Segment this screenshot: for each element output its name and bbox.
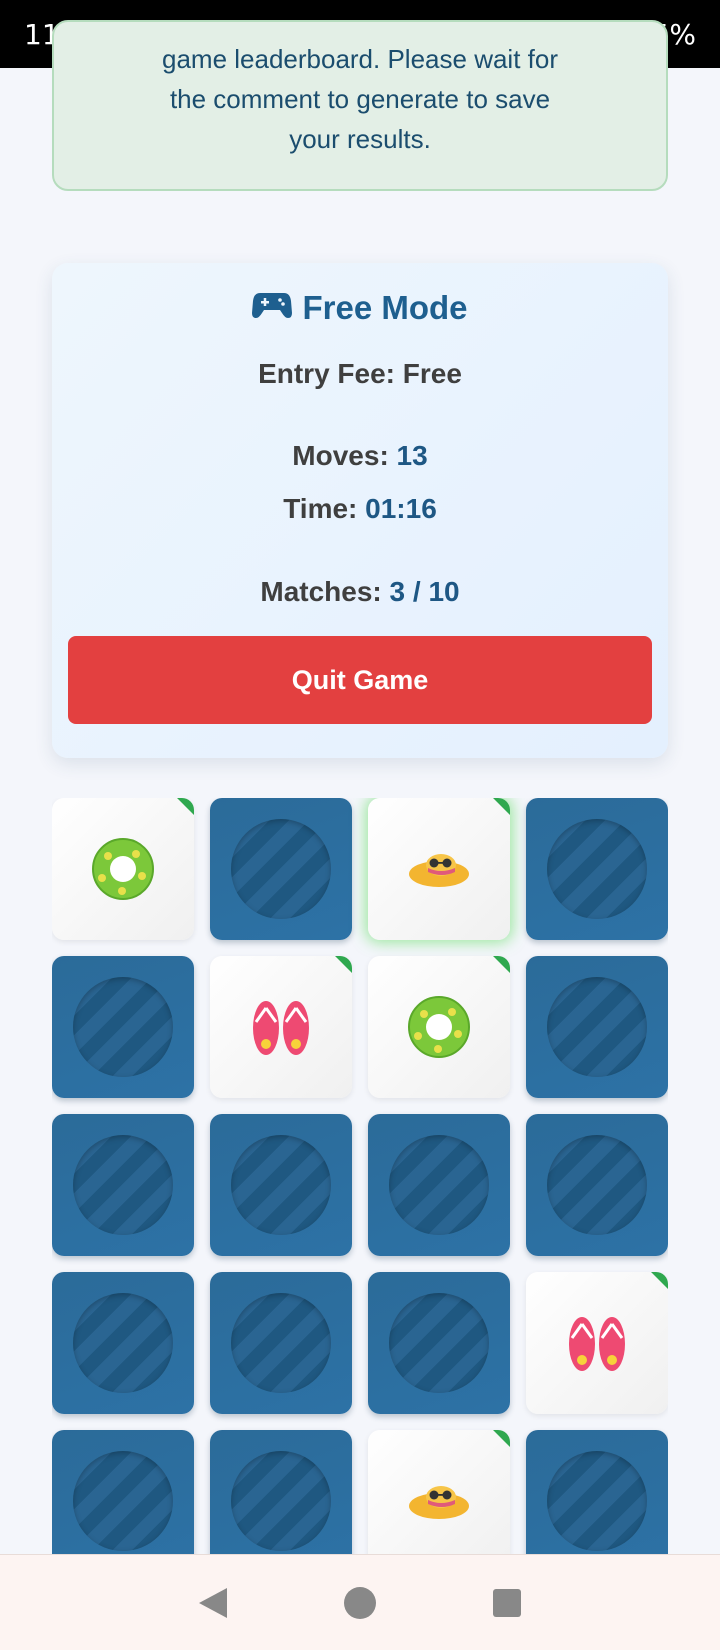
entry-fee: Entry Fee: Free [52,358,668,390]
game-info-card: Free Mode Entry Fee: Free Moves: 13 Time… [52,263,668,758]
card-back-pattern [231,1135,331,1235]
memory-card-hidden[interactable] [210,1430,352,1554]
entry-fee-value: Free [402,358,462,389]
entry-fee-label: Entry Fee: [258,358,395,389]
quit-game-button[interactable]: Quit Game [68,636,652,724]
swim-ring-icon [408,996,470,1058]
flip-flops-icon [569,1317,625,1371]
memory-card-hidden[interactable] [52,1272,194,1414]
moves-label: Moves: [292,440,389,471]
card-back-pattern [231,1451,331,1551]
moves-value: 13 [396,440,428,471]
timer: Time: 01:16 [52,493,668,525]
back-icon[interactable] [183,1573,243,1633]
gamepad-icon [252,289,293,327]
card-back-pattern [389,1293,489,1393]
recents-icon[interactable] [477,1573,537,1633]
memory-card-sun-hat[interactable] [368,1430,510,1554]
memory-card-hidden[interactable] [52,1114,194,1256]
time-value: 01:16 [365,493,437,524]
card-back-pattern [547,1135,647,1235]
memory-card-swim-ring[interactable] [368,956,510,1098]
leaderboard-notice: game leaderboard. Please wait for the co… [52,20,668,191]
time-label: Time: [283,493,358,524]
notice-line: game leaderboard. Please wait for [161,44,558,74]
memory-card-hidden[interactable] [52,956,194,1098]
memory-card-flip-flops[interactable] [210,956,352,1098]
card-back-pattern [547,1451,647,1551]
mode-title: Free Mode [52,289,668,327]
memory-card-flip-flops[interactable] [526,1272,668,1414]
game-board [52,798,668,1554]
notice-line: your results. [289,124,431,154]
card-back-pattern [231,819,331,919]
memory-card-swim-ring[interactable] [52,798,194,940]
memory-card-hidden[interactable] [210,1272,352,1414]
sun-hat-icon [409,854,469,887]
home-icon[interactable] [330,1573,390,1633]
moves-counter: Moves: 13 [52,440,668,472]
mode-title-text: Free Mode [302,289,468,326]
memory-card-hidden[interactable] [368,1272,510,1414]
memory-card-hidden[interactable] [526,1430,668,1554]
card-back-pattern [73,977,173,1077]
matches-value: 3 / 10 [389,576,460,607]
card-back-pattern [73,1293,173,1393]
card-back-pattern [547,819,647,919]
notice-text: game leaderboard. Please wait for the co… [94,39,626,159]
memory-card-hidden[interactable] [210,1114,352,1256]
memory-card-hidden[interactable] [526,956,668,1098]
swim-ring-icon [92,838,154,900]
card-back-pattern [231,1293,331,1393]
card-back-pattern [73,1451,173,1551]
android-nav-bar [0,1554,720,1650]
flip-flops-icon [253,1001,309,1055]
card-back-pattern [547,977,647,1077]
matches-label: Matches: [260,576,382,607]
memory-card-hidden[interactable] [368,1114,510,1256]
card-back-pattern [389,1135,489,1235]
memory-card-hidden[interactable] [210,798,352,940]
card-back-pattern [73,1135,173,1235]
notice-line: the comment to generate to save [169,84,551,114]
matches-counter: Matches: 3 / 10 [52,576,668,608]
memory-card-sun-hat[interactable] [368,798,510,940]
memory-card-hidden[interactable] [526,798,668,940]
memory-card-hidden[interactable] [52,1430,194,1554]
sun-hat-icon [409,1486,469,1519]
memory-card-hidden[interactable] [526,1114,668,1256]
